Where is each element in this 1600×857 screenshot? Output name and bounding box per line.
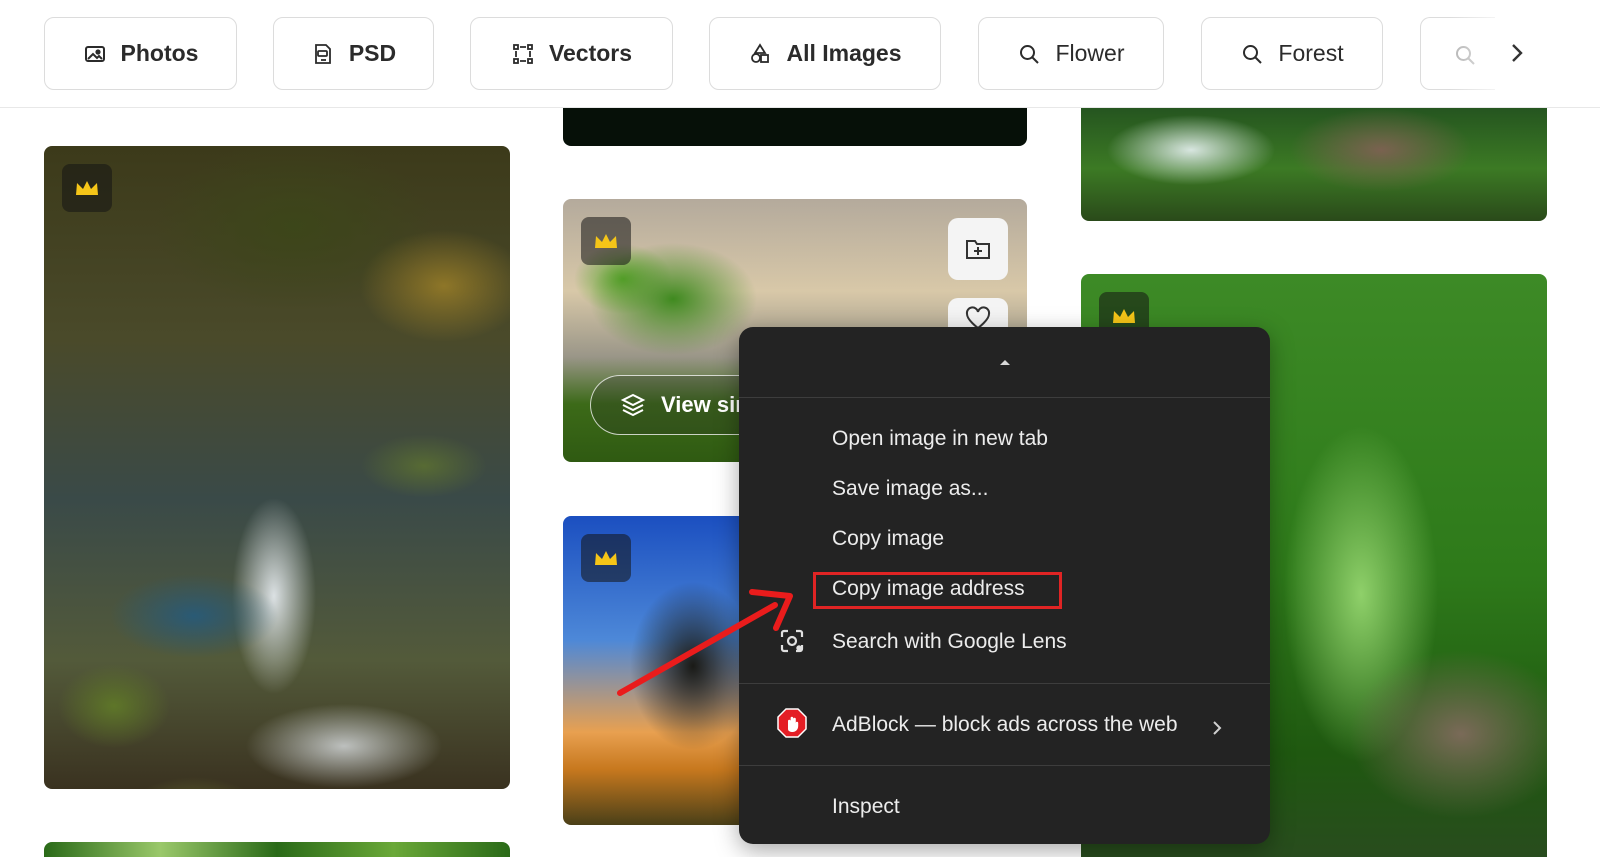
- premium-badge: [62, 164, 112, 212]
- adblock-icon: [777, 708, 807, 738]
- menu-divider: [739, 397, 1270, 398]
- filter-chip-label: PSD: [348, 40, 397, 66]
- scroll-right-button[interactable]: [1500, 36, 1534, 70]
- crown-icon: [595, 551, 617, 565]
- context-menu-scroll-up[interactable]: [739, 327, 1270, 397]
- filter-chip-flower[interactable]: Flower: [978, 17, 1164, 90]
- caret-up-icon: [999, 360, 1010, 365]
- photo-icon: [84, 45, 105, 62]
- filter-chip-psd[interactable]: PSD: [273, 17, 434, 90]
- filter-chip-all-images[interactable]: All Images: [709, 17, 941, 90]
- filter-chip-forest[interactable]: Forest: [1201, 17, 1383, 90]
- menu-divider: [739, 683, 1270, 684]
- add-to-collection-button[interactable]: [948, 218, 1008, 280]
- filter-bar: Photos PSD Vectors All Images Flower For…: [0, 0, 1600, 108]
- chevron-right-icon: [1512, 44, 1523, 62]
- filter-chip-label: Photos: [120, 40, 199, 66]
- shapes-icon: [751, 42, 770, 63]
- annotation-highlight-box: [813, 572, 1062, 609]
- vector-icon: [513, 43, 533, 64]
- menu-item-save-image-as[interactable]: Save image as...: [832, 477, 988, 501]
- filter-chip-photos[interactable]: Photos: [44, 17, 237, 90]
- premium-badge: [581, 534, 631, 582]
- premium-badge: [581, 217, 631, 265]
- menu-item-search-google-lens[interactable]: Search with Google Lens: [832, 630, 1067, 654]
- submenu-chevron-icon: [1211, 719, 1223, 742]
- menu-item-adblock[interactable]: AdBlock — block ads across the web: [832, 713, 1178, 737]
- image-card-partial-bottom[interactable]: [44, 842, 510, 857]
- search-icon: [1243, 44, 1263, 64]
- filter-chip-vectors[interactable]: Vectors: [470, 17, 673, 90]
- crown-icon: [76, 181, 98, 195]
- search-icon: [1020, 44, 1040, 64]
- image-card-forest-stream[interactable]: [44, 146, 510, 789]
- filter-chip-label: Flower: [1055, 40, 1125, 66]
- crown-icon: [1113, 309, 1135, 323]
- menu-item-inspect[interactable]: Inspect: [832, 795, 900, 819]
- layers-icon: [620, 393, 646, 417]
- crown-icon: [595, 234, 617, 248]
- view-similar-label: View sir: [661, 392, 744, 417]
- menu-item-copy-image[interactable]: Copy image: [832, 527, 944, 551]
- menu-divider: [739, 765, 1270, 766]
- google-lens-icon: [777, 626, 807, 656]
- filter-chip-label: All Images: [786, 40, 902, 66]
- folder-plus-icon: [966, 240, 990, 259]
- filter-chip-label: Vectors: [548, 40, 633, 66]
- psd-file-icon: [314, 43, 331, 64]
- menu-item-open-image-new-tab[interactable]: Open image in new tab: [832, 427, 1048, 451]
- filter-chip-label: Forest: [1278, 40, 1344, 66]
- image-card-wooden-bridge[interactable]: [1081, 90, 1547, 221]
